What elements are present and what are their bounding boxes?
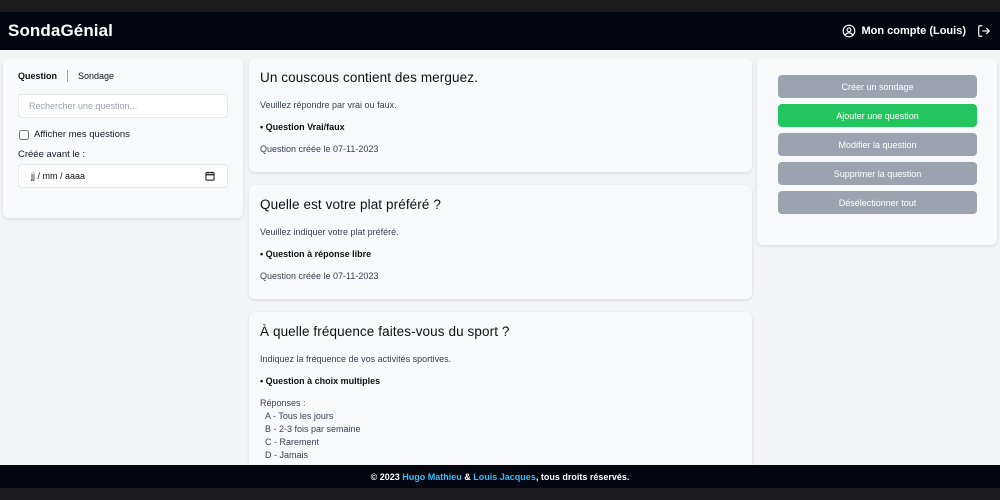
footer-author-link[interactable]: Louis Jacques [473,472,536,482]
filter-panel: Question Sondage Afficher mes questions … [3,58,243,218]
question-card[interactable]: Un couscous contient des merguez. Veuill… [249,58,752,172]
create-survey-button[interactable]: Créer un sondage [778,75,977,98]
account-label[interactable]: Mon compte (Louis) [862,25,967,37]
tab-sondage[interactable]: Sondage [78,71,114,81]
logout-icon[interactable] [976,24,992,38]
answer-item: B - 2-3 fois par semaine [265,424,361,434]
question-title: Un couscous contient des merguez. [260,70,478,85]
delete-question-button[interactable]: Supprimer la question [778,162,977,185]
calendar-icon[interactable] [205,171,215,181]
account-menu[interactable]: Mon compte (Louis) [842,24,993,38]
filter-tabs: Question Sondage [18,70,228,82]
question-date: Question créée le 07-11-2023 [260,144,379,154]
navbar: SondaGénial Mon compte (Louis) [0,12,1000,50]
date-placeholder: jj / mm / aaaa [31,171,86,181]
question-title: Quelle est votre plat préféré ? [260,197,441,212]
question-date: Question créée le 07-11-2023 [260,271,379,281]
show-mine-checkbox[interactable] [19,129,29,140]
question-type: • Question à choix multiples [260,376,381,386]
footer-author-link[interactable]: Hugo Mathieu [402,472,462,482]
answer-item: A - Tous les jours [265,411,334,421]
tab-question[interactable]: Question [18,71,57,81]
question-description: Veuillez indiquer votre plat préféré. [260,227,399,237]
date-field[interactable]: jj / mm / aaaa [18,164,228,188]
answers-label: Réponses : [260,398,306,408]
add-question-button[interactable]: Ajouter une question [778,104,977,127]
window-bottom-strip [0,488,1000,500]
footer: © 2023 Hugo Mathieu & Louis Jacques , to… [0,465,1000,488]
question-title: À quelle fréquence faites-vous du sport … [260,324,510,339]
footer-suffix: , tous droits réservés. [535,471,630,482]
answer-item: C - Rarement [265,437,320,447]
created-before-label: Créée avant le : [18,149,86,160]
question-type: • Question Vrai/faux [260,122,345,132]
user-circle-icon [842,24,855,38]
answers-list: A - Tous les jours B - 2-3 fois par sema… [260,410,741,462]
answer-item: D - Jamais [265,450,309,460]
search-input[interactable] [18,94,228,118]
question-type: • Question à réponse libre [260,249,372,259]
footer-prefix: © 2023 [370,471,403,482]
deselect-all-button[interactable]: Désélectionner tout [778,191,977,214]
actions-panel: Créer un sondage Ajouter une question Mo… [757,58,997,245]
question-description: Veuillez répondre par vrai ou faux. [260,100,397,110]
edit-question-button[interactable]: Modifier la question [778,133,977,156]
window-top-strip [0,0,1000,12]
main-content: Question Sondage Afficher mes questions … [0,50,1000,465]
show-mine-row[interactable]: Afficher mes questions [18,129,228,140]
show-mine-label: Afficher mes questions [34,129,130,140]
question-card[interactable]: À quelle fréquence faites-vous du sport … [249,312,752,465]
question-card[interactable]: Quelle est votre plat préféré ? Veuillez… [249,185,752,299]
tab-divider [67,70,69,82]
footer-and: & [461,471,474,482]
brand-logo[interactable]: SondaGénial [8,21,113,41]
question-description: Indiquez la fréquence de vos activités s… [260,354,452,364]
